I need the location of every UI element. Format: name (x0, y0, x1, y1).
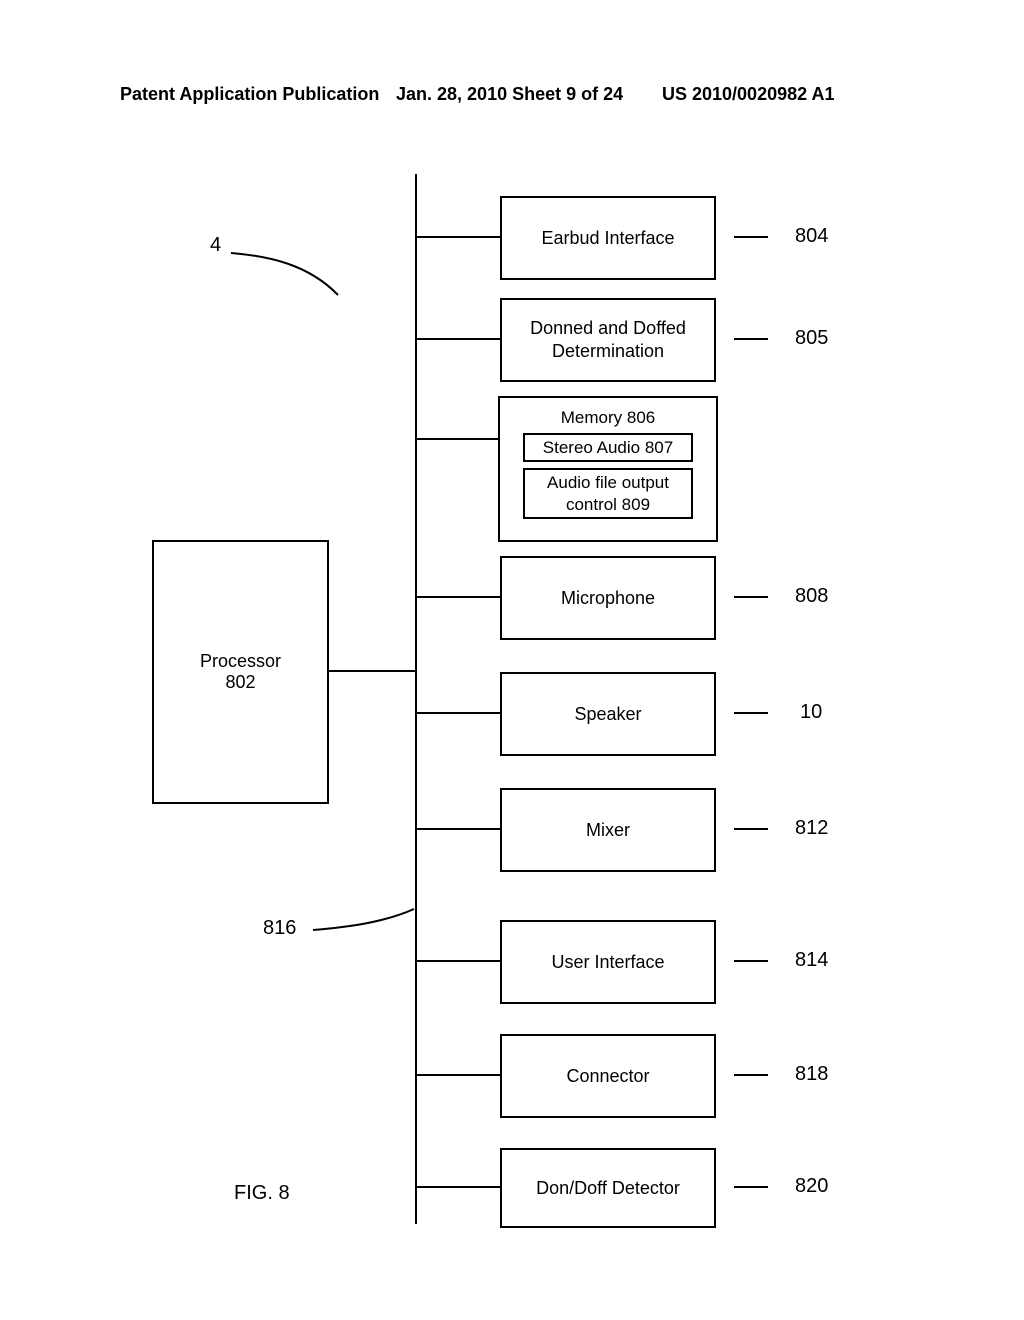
detector-ref-tick (734, 1186, 768, 1188)
donned-ref-tick (734, 338, 768, 340)
user-interface-label: User Interface (551, 952, 664, 973)
processor-block: Processor 802 (152, 540, 329, 804)
page: Patent Application Publication Jan. 28, … (0, 0, 1024, 1320)
fig-ref-4: 4 (210, 234, 221, 257)
donned-block: Donned and Doffed Determination (500, 298, 716, 382)
memory-connector (417, 438, 498, 440)
microphone-ref-tick (734, 596, 768, 598)
connector-block: Connector (500, 1034, 716, 1118)
speaker-label: Speaker (574, 704, 641, 725)
detector-label: Don/Doff Detector (536, 1178, 680, 1199)
header-right: US 2010/0020982 A1 (662, 84, 834, 105)
bus-line (415, 174, 417, 1224)
bus-ref-816-lead (310, 906, 420, 946)
connector-label: Connector (566, 1066, 649, 1087)
microphone-label: Microphone (561, 588, 655, 609)
microphone-block: Microphone (500, 556, 716, 640)
speaker-block: Speaker (500, 672, 716, 756)
mixer-label: Mixer (586, 820, 630, 841)
processor-label: Processor (200, 651, 281, 672)
microphone-connector (417, 596, 500, 598)
donned-ref: 805 (795, 327, 828, 350)
detector-ref: 820 (795, 1175, 828, 1198)
memory-label: Memory 806 (561, 408, 655, 428)
header-mid: Jan. 28, 2010 Sheet 9 of 24 (396, 84, 623, 105)
donned-label: Donned and Doffed Determination (530, 317, 686, 364)
connector-ref-tick (734, 1074, 768, 1076)
earbud-ref-tick (734, 236, 768, 238)
memory-inner-stereo: Stereo Audio 807 (523, 433, 693, 462)
speaker-connector (417, 712, 500, 714)
donned-connector (417, 338, 500, 340)
figure-caption: FIG. 8 (234, 1182, 290, 1205)
memory-inner-wrap: Memory 806 Stereo Audio 807 Audio file o… (500, 404, 716, 522)
bus-ref-816: 816 (263, 917, 296, 940)
memory-block: Memory 806 Stereo Audio 807 Audio file o… (498, 396, 718, 542)
mixer-connector (417, 828, 500, 830)
microphone-ref: 808 (795, 585, 828, 608)
processor-connector (327, 670, 415, 672)
earbud-label: Earbud Interface (541, 228, 674, 249)
connector-ref: 818 (795, 1063, 828, 1086)
detector-block: Don/Doff Detector (500, 1148, 716, 1228)
connector-connector (417, 1074, 500, 1076)
earbud-connector (417, 236, 500, 238)
earbud-ref: 804 (795, 225, 828, 248)
speaker-ref-tick (734, 712, 768, 714)
speaker-ref: 10 (800, 701, 822, 724)
mixer-ref: 812 (795, 817, 828, 840)
header-left: Patent Application Publication (120, 84, 379, 105)
user-interface-block: User Interface (500, 920, 716, 1004)
processor-num: 802 (225, 672, 255, 693)
detector-connector (417, 1186, 500, 1188)
mixer-ref-tick (734, 828, 768, 830)
mixer-block: Mixer (500, 788, 716, 872)
ui-ref-tick (734, 960, 768, 962)
earbud-interface-block: Earbud Interface (500, 196, 716, 280)
fig-ref-4-lead (228, 250, 358, 310)
memory-inner-audio-output: Audio file output control 809 (523, 468, 693, 519)
ui-ref: 814 (795, 949, 828, 972)
ui-connector (417, 960, 500, 962)
